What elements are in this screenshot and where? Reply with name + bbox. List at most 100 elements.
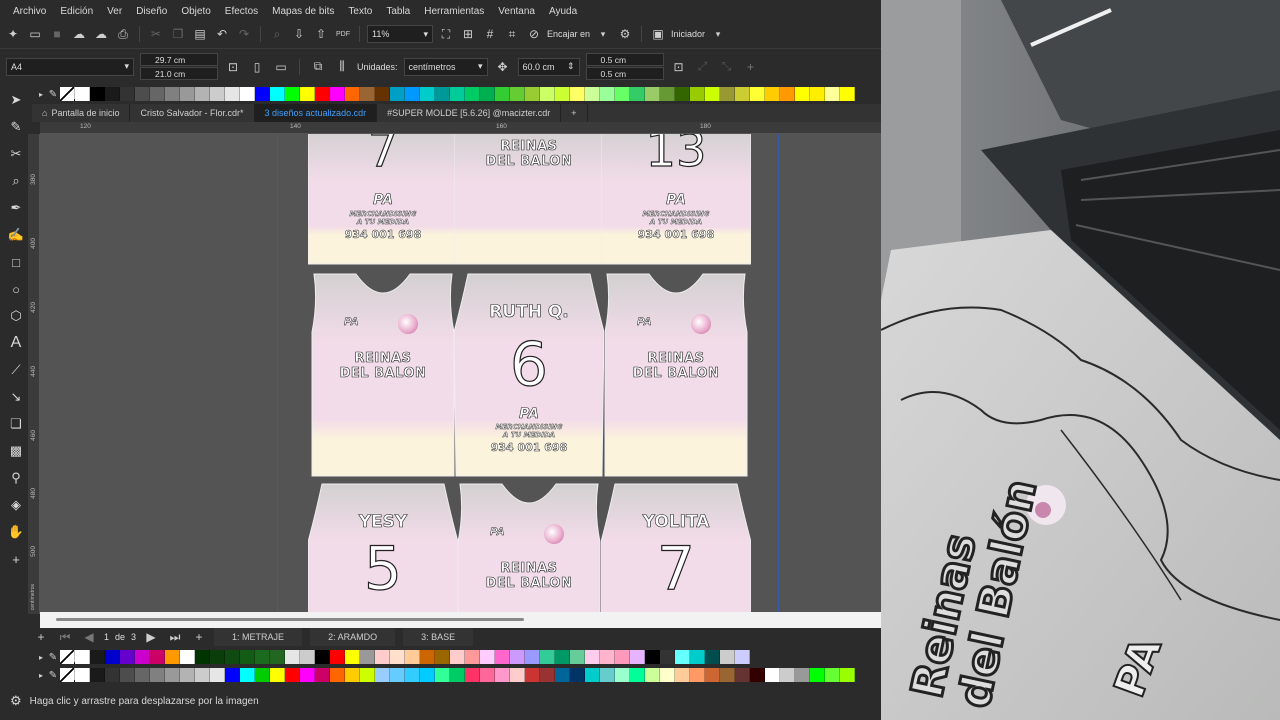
jersey-back[interactable]: YESY 5 [308, 482, 458, 612]
menu-ventana[interactable]: Ventana [491, 6, 542, 17]
launcher-dropdown[interactable]: Iniciador [671, 29, 705, 39]
add-icon[interactable]: + [742, 58, 760, 76]
tab-document[interactable]: Cristo Salvador - Flor.cdr* [130, 104, 255, 122]
add-page-icon[interactable]: + [190, 628, 208, 646]
gear-icon[interactable]: ⚙ [10, 693, 22, 709]
color-swatch[interactable] [750, 87, 765, 101]
color-swatch[interactable] [120, 87, 135, 101]
color-swatch[interactable] [555, 668, 570, 682]
color-swatch[interactable] [810, 87, 825, 101]
color-swatch[interactable] [630, 668, 645, 682]
color-swatch[interactable] [525, 668, 540, 682]
color-swatch[interactable] [495, 650, 510, 664]
color-swatch[interactable] [465, 668, 480, 682]
gear-icon[interactable]: ⚙ [616, 25, 634, 43]
page-height-field[interactable]: 21.0 cm [140, 67, 218, 80]
menu-mapas-de-bits[interactable]: Mapas de bits [265, 6, 341, 17]
color-swatch[interactable] [195, 668, 210, 682]
color-swatch[interactable] [105, 650, 120, 664]
last-page-icon[interactable]: ⏭ [166, 628, 184, 646]
color-swatch[interactable] [525, 650, 540, 664]
jersey-back[interactable]: 7 PA MERCHANDISING A TU MEDIDA 934 001 6… [308, 134, 458, 268]
drawing-canvas[interactable]: 7 PA MERCHANDISING A TU MEDIDA 934 001 6… [40, 134, 881, 612]
palette-scroll-icon[interactable]: ▸ [36, 648, 46, 666]
color-swatch[interactable] [105, 668, 120, 682]
color-swatch[interactable] [165, 668, 180, 682]
color-swatch[interactable] [705, 87, 720, 101]
color-swatch[interactable] [480, 87, 495, 101]
rectangle-tool-icon[interactable]: □ [5, 252, 27, 272]
color-swatch[interactable] [390, 650, 405, 664]
cloud-upload-icon[interactable]: ☁ [70, 25, 88, 43]
tab-home[interactable]: ⌂ Pantalla de inicio [32, 104, 131, 122]
nudge-icon[interactable]: ✥ [494, 58, 512, 76]
color-swatch[interactable] [375, 668, 390, 682]
menu-archivo[interactable]: Archivo [6, 6, 53, 17]
color-swatch[interactable] [735, 87, 750, 101]
connector-tool-icon[interactable]: ↘ [5, 387, 27, 407]
search-icon[interactable]: ⌕ [268, 25, 286, 43]
text-tool-icon[interactable]: A [5, 333, 27, 353]
color-swatch[interactable] [75, 668, 90, 682]
eyedropper-icon[interactable]: ✎ [46, 648, 60, 666]
color-swatch[interactable] [225, 650, 240, 664]
cloud-download-icon[interactable]: ☁ [92, 25, 110, 43]
color-swatch[interactable] [345, 668, 360, 682]
color-swatch[interactable] [645, 650, 660, 664]
color-swatch[interactable] [780, 668, 795, 682]
color-swatch[interactable] [105, 87, 120, 101]
shape-tool-icon[interactable]: ✎ [5, 117, 27, 137]
color-swatch[interactable] [210, 87, 225, 101]
color-swatch[interactable] [315, 650, 330, 664]
duplicate-y-field[interactable]: 0.5 cm [585, 67, 664, 80]
color-swatch[interactable] [345, 87, 360, 101]
color-swatch[interactable] [600, 650, 615, 664]
eyedropper-icon[interactable]: ⚲ [5, 468, 27, 488]
color-swatch[interactable] [330, 650, 345, 664]
add-tool-icon[interactable]: + [5, 549, 27, 569]
page-tab-1[interactable]: 1: METRAJE [214, 628, 303, 646]
color-swatch[interactable] [705, 668, 720, 682]
redo-icon[interactable]: ↷ [235, 25, 253, 43]
no-color-swatch[interactable] [60, 650, 75, 664]
color-swatch[interactable] [135, 650, 150, 664]
color-swatch[interactable] [765, 87, 780, 101]
artistic-media-icon[interactable]: ✍ [5, 225, 27, 245]
transparency-tool-icon[interactable]: ▩ [5, 441, 27, 461]
color-swatch[interactable] [315, 87, 330, 101]
color-swatch[interactable] [75, 650, 90, 664]
color-swatch[interactable] [405, 650, 420, 664]
color-swatch[interactable] [615, 668, 630, 682]
color-swatch[interactable] [690, 87, 705, 101]
color-swatch[interactable] [405, 87, 420, 101]
color-swatch[interactable] [720, 87, 735, 101]
chevron-down-icon[interactable]: ▾ [594, 25, 612, 43]
color-swatch[interactable] [495, 668, 510, 682]
color-swatch[interactable] [330, 668, 345, 682]
rulers-icon[interactable]: ⊞ [459, 25, 477, 43]
first-page-icon[interactable]: ⏮ [56, 628, 74, 646]
color-swatch[interactable] [615, 650, 630, 664]
color-swatch[interactable] [240, 650, 255, 664]
color-swatch[interactable] [240, 668, 255, 682]
color-swatch[interactable] [570, 668, 585, 682]
color-swatch[interactable] [405, 668, 420, 682]
color-swatch[interactable] [150, 668, 165, 682]
color-swatch[interactable] [690, 668, 705, 682]
nudge-distance-field[interactable]: 60.0 cm ⇕ [517, 57, 580, 76]
units-select[interactable]: centímetros ▾ [403, 57, 488, 76]
color-swatch[interactable] [180, 668, 195, 682]
open-folder-icon[interactable]: ▭ [26, 25, 44, 43]
color-swatch[interactable] [345, 650, 360, 664]
page-border-icon[interactable]: ⊡ [670, 58, 688, 76]
color-swatch[interactable] [270, 87, 285, 101]
color-swatch[interactable] [840, 87, 855, 101]
color-swatch[interactable] [195, 87, 210, 101]
zoom-level-select[interactable]: 11% ▾ [367, 25, 433, 43]
color-swatch[interactable] [675, 87, 690, 101]
color-swatch[interactable] [630, 87, 645, 101]
color-swatch[interactable] [255, 650, 270, 664]
freehand-tool-icon[interactable]: ✒ [5, 198, 27, 218]
color-swatch[interactable] [285, 87, 300, 101]
color-swatch[interactable] [615, 87, 630, 101]
